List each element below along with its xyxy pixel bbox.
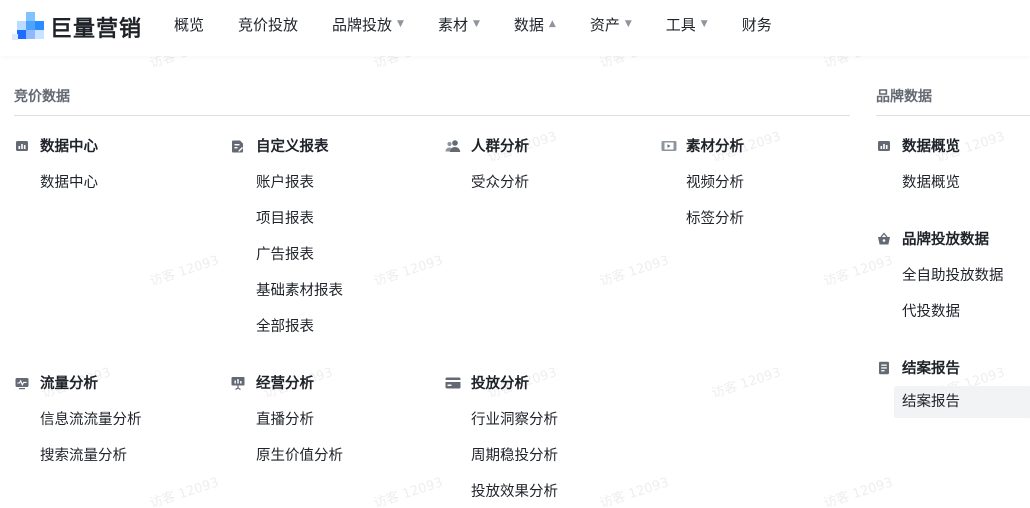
menu-item-video-analysis[interactable]: 视频分析 <box>686 171 744 192</box>
menu-item-feed-traffic-analysis[interactable]: 信息流流量分析 <box>40 408 142 429</box>
menu-item-brand-data-overview[interactable]: 数据概览 <box>902 171 960 192</box>
nav-label: 数据 <box>513 15 544 34</box>
menu-item-tag-analysis[interactable]: 标签分析 <box>686 207 744 228</box>
watermark-text: 访客 12093 <box>710 365 783 402</box>
edit-document-icon <box>232 140 243 152</box>
menu-item-project-report[interactable]: 项目报表 <box>256 207 314 228</box>
nav-bidding[interactable]: 竞价投放 <box>238 14 298 35</box>
brand-name: 巨量营销 <box>50 17 143 42</box>
menu-item-data-center[interactable]: 数据中心 <box>40 171 98 192</box>
caret-down-icon: ▼ <box>397 19 404 29</box>
divider <box>14 115 850 116</box>
nav-label: 概览 <box>174 15 205 34</box>
group-closing-report: 结案报告 <box>877 357 960 378</box>
group-operation-analysis: 经营分析 <box>231 372 314 393</box>
divider <box>876 115 1030 116</box>
menu-item-closing-report[interactable]: 结案报告 <box>894 386 1030 418</box>
menu-item-basic-material-report[interactable]: 基础素材报表 <box>256 279 343 300</box>
menu-item-stable-delivery-analysis[interactable]: 周期稳投分析 <box>471 444 558 465</box>
nav-label: 竞价投放 <box>238 15 299 34</box>
users-icon <box>445 139 461 152</box>
group-title: 经营分析 <box>256 376 314 392</box>
group-title: 结案报告 <box>902 361 960 377</box>
menu-item-ad-report[interactable]: 广告报表 <box>256 243 314 264</box>
watermark-text: 访客 12093 <box>372 475 445 508</box>
group-title: 数据概览 <box>902 139 960 155</box>
group-material-analysis: 素材分析 <box>661 135 744 156</box>
group-delivery-analysis: 投放分析 <box>445 372 529 393</box>
nav-material[interactable]: 素材 ▼ <box>438 14 480 35</box>
group-title: 人群分析 <box>471 139 529 155</box>
menu-item-search-traffic-analysis[interactable]: 搜索流量分析 <box>40 444 127 465</box>
brand-logo[interactable]: 巨量营销 <box>12 10 142 44</box>
menu-item-audience-analysis[interactable]: 受众分析 <box>471 171 529 192</box>
menu-item-agency-delivery-data[interactable]: 代投数据 <box>902 300 960 321</box>
report-book-icon <box>879 361 889 374</box>
card-icon <box>445 377 461 388</box>
presentation-icon <box>231 376 245 390</box>
nav-overview[interactable]: 概览 <box>174 14 204 35</box>
caret-up-icon: ▲ <box>548 19 556 29</box>
watermark-text: 访客 12093 <box>148 253 221 290</box>
main-nav: 概览 竞价投放 品牌投放 ▼ 素材 ▼ 数据 ▲ 资产 ▼ 工具 ▼ 财务 <box>174 0 806 48</box>
caret-down-icon: ▼ <box>472 19 480 29</box>
watermark-text: 访客 12093 <box>822 475 895 508</box>
group-title: 自定义报表 <box>256 139 329 155</box>
group-title: 流量分析 <box>40 376 98 392</box>
group-brand-overview: 数据概览 <box>877 135 960 156</box>
group-title: 素材分析 <box>686 139 744 155</box>
group-title: 数据中心 <box>40 139 98 155</box>
top-navigation-bar: 巨量营销 概览 竞价投放 品牌投放 ▼ 素材 ▼ 数据 ▲ 资产 ▼ 工具 ▼ 财务 <box>0 0 1030 56</box>
video-film-icon <box>661 140 677 151</box>
basket-icon <box>878 232 890 244</box>
nav-label: 素材 <box>437 15 468 34</box>
nav-tools[interactable]: 工具 ▼ <box>666 14 708 35</box>
watermark-text: 访客 12093 <box>372 253 445 290</box>
group-audience-analysis: 人群分析 <box>445 135 529 156</box>
menu-item-delivery-effect-analysis[interactable]: 投放效果分析 <box>471 480 558 501</box>
menu-item-self-service-delivery-data[interactable]: 全自助投放数据 <box>902 264 1004 285</box>
nav-label: 财务 <box>741 15 772 34</box>
watermark-text: 访客 12093 <box>598 475 671 508</box>
caret-down-icon: ▼ <box>700 19 708 29</box>
menu-item-account-report[interactable]: 账户报表 <box>256 171 314 192</box>
group-title: 投放分析 <box>471 376 529 392</box>
nav-label: 工具 <box>665 15 696 34</box>
menu-item-native-value-analysis[interactable]: 原生价值分析 <box>256 444 343 465</box>
pulse-monitor-icon <box>15 377 29 389</box>
bar-chart-icon <box>16 140 28 151</box>
caret-down-icon: ▼ <box>624 19 632 29</box>
menu-item-live-analysis[interactable]: 直播分析 <box>256 408 314 429</box>
nav-assets[interactable]: 资产 ▼ <box>590 14 632 35</box>
group-data-center: 数据中心 <box>15 135 98 156</box>
menu-item-industry-insight-analysis[interactable]: 行业洞察分析 <box>471 408 558 429</box>
menu-item-all-reports[interactable]: 全部报表 <box>256 315 314 336</box>
watermark-text: 访客 12093 <box>148 475 221 508</box>
section-title-bidding-data: 竞价数据 <box>14 89 70 105</box>
nav-brand-delivery[interactable]: 品牌投放 ▼ <box>332 14 404 35</box>
bar-chart-icon <box>878 140 890 151</box>
section-title-brand-data: 品牌数据 <box>876 89 932 105</box>
nav-label: 资产 <box>589 15 620 34</box>
nav-label: 品牌投放 <box>332 15 393 34</box>
watermark-text: 访客 12093 <box>822 253 895 290</box>
watermark-text: 访客 12093 <box>598 253 671 290</box>
nav-data[interactable]: 数据 ▲ <box>514 14 556 35</box>
group-traffic-analysis: 流量分析 <box>15 372 98 393</box>
group-title: 品牌投放数据 <box>902 232 989 248</box>
logo-mark-icon <box>12 10 48 44</box>
nav-finance[interactable]: 财务 <box>742 14 772 35</box>
group-brand-delivery-data: 品牌投放数据 <box>877 228 989 249</box>
group-custom-report: 自定义报表 <box>231 135 329 156</box>
